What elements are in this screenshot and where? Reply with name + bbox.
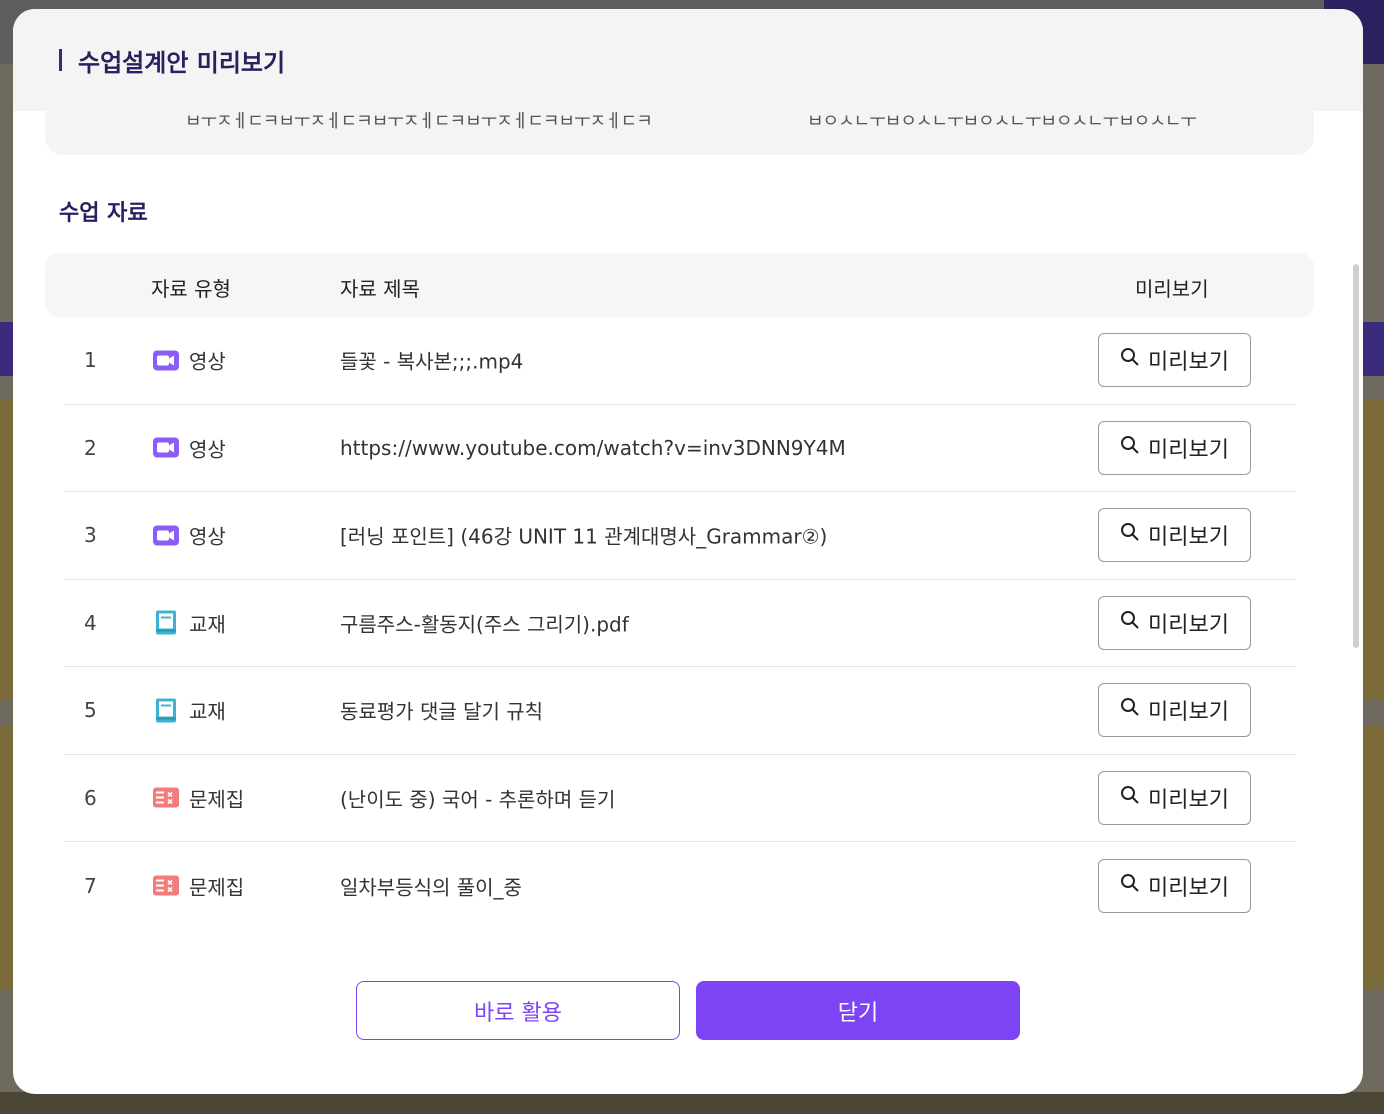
search-icon: [1120, 435, 1140, 461]
section-title: 수업 자료: [59, 201, 148, 226]
search-icon: [1120, 610, 1140, 636]
row-type: 영상: [153, 346, 226, 375]
row-type-label: 문제집: [189, 787, 245, 812]
row-number: 2: [84, 435, 97, 460]
preview-button[interactable]: 미리보기: [1098, 595, 1251, 650]
preview-button-label: 미리보기: [1148, 350, 1229, 376]
use-now-button[interactable]: 바로 활용: [356, 981, 680, 1040]
row-title: [러닝 포인트] (46강 UNIT 11 관계대명사_Grammar②): [340, 524, 828, 549]
scrollbar[interactable]: [1353, 264, 1359, 648]
modal-header: 수업설계안 미리보기: [13, 9, 1363, 111]
workbook-icon: [153, 785, 179, 811]
row-number: 6: [84, 785, 97, 810]
row-type: 문제집: [153, 871, 244, 900]
preview-button[interactable]: 미리보기: [1098, 333, 1251, 388]
table-row: 2 영상 https://www.youtube.com/watch?v=inv3D…: [64, 405, 1296, 492]
column-header-preview: 미리보기: [1135, 277, 1209, 301]
book-icon: [153, 697, 179, 723]
row-number: 5: [84, 698, 97, 723]
search-icon: [1120, 522, 1140, 548]
header-accent-bar: [59, 49, 62, 71]
row-type-label: 문제집: [189, 875, 245, 900]
table-row: 1 영상 들꽃 - 복사본;;;.mp4 미리보기: [64, 317, 1296, 405]
row-type: 영상: [153, 521, 226, 550]
preview-button-label: 미리보기: [1148, 437, 1229, 463]
table-header: 자료 유형 자료 제목 미리보기: [45, 253, 1314, 317]
preview-button[interactable]: 미리보기: [1098, 770, 1251, 825]
row-title: 들꽃 - 복사본;;;.mp4: [340, 349, 524, 374]
table-row: 6 문제집 (난이도 중) 국어 - 추론하며 듣기 미리보기: [64, 755, 1296, 842]
search-icon: [1120, 697, 1140, 723]
row-number: 4: [84, 610, 97, 635]
search-icon: [1120, 785, 1140, 811]
row-title: https://www.youtube.com/watch?v=inv3DNN9…: [340, 435, 846, 460]
preview-button[interactable]: 미리보기: [1098, 508, 1251, 563]
table-row: 4 교재 구름주스-활동지(주스 그리기).pdf 미리보기: [64, 580, 1296, 667]
row-type: 영상: [153, 433, 226, 462]
video-icon: [153, 435, 179, 461]
row-number: 3: [84, 523, 97, 548]
table-row: 7 문제집 일차부등식의 풀이_중 미리보기: [64, 842, 1296, 930]
row-type-label: 영상: [189, 349, 226, 374]
table-row: 3 영상 [러닝 포인트] (46강 UNIT 11 관계대명사_Grammar②)…: [64, 492, 1296, 580]
workbook-icon: [153, 873, 179, 899]
row-type: 교재: [153, 696, 226, 725]
row-type-label: 교재: [189, 699, 226, 724]
row-number: 7: [84, 873, 97, 898]
row-type: 문제집: [153, 783, 244, 812]
row-title: 일차부등식의 풀이_중: [340, 875, 522, 900]
video-icon: [153, 347, 179, 373]
preview-button-label: 미리보기: [1148, 700, 1229, 726]
table-row: 5 교재 동료평가 댓글 달기 규칙 미리보기: [64, 667, 1296, 755]
column-header-title: 자료 제목: [340, 277, 420, 301]
preview-button-label: 미리보기: [1148, 525, 1229, 551]
row-type-label: 영상: [189, 437, 226, 462]
row-type-label: 교재: [189, 612, 226, 637]
row-title: (난이도 중) 국어 - 추론하며 듣기: [340, 787, 616, 812]
row-type-label: 영상: [189, 524, 226, 549]
preview-button-label: 미리보기: [1148, 787, 1229, 813]
preview-button[interactable]: 미리보기: [1098, 420, 1251, 475]
video-icon: [153, 522, 179, 548]
preview-modal: 수업설계안 미리보기 ㅂㅜㅈㅔㄷㅋㅂㅜㅈㅔㄷㅋㅂㅜㅈㅔㄷㅋㅂㅜㅈㅔㄷㅋㅂㅜㅈㅔㄷ…: [13, 9, 1363, 1094]
search-icon: [1120, 347, 1140, 373]
close-button[interactable]: 닫기: [696, 981, 1020, 1040]
row-title: 동료평가 댓글 달기 규칙: [340, 699, 544, 724]
preview-button-label: 미리보기: [1148, 612, 1229, 638]
background-footer: [0, 1092, 1384, 1114]
preview-button-label: 미리보기: [1148, 875, 1229, 901]
preview-button[interactable]: 미리보기: [1098, 858, 1251, 913]
row-number: 1: [84, 348, 97, 373]
row-type: 교재: [153, 608, 226, 637]
row-title: 구름주스-활동지(주스 그리기).pdf: [340, 612, 629, 637]
preview-button[interactable]: 미리보기: [1098, 683, 1251, 738]
book-icon: [153, 610, 179, 636]
column-header-type: 자료 유형: [151, 277, 231, 301]
modal-title: 수업설계안 미리보기: [78, 48, 286, 77]
search-icon: [1120, 873, 1140, 899]
material-list: 1 영상 들꽃 - 복사본;;;.mp4 미리보기 2 영상 https://www.you…: [64, 317, 1296, 930]
